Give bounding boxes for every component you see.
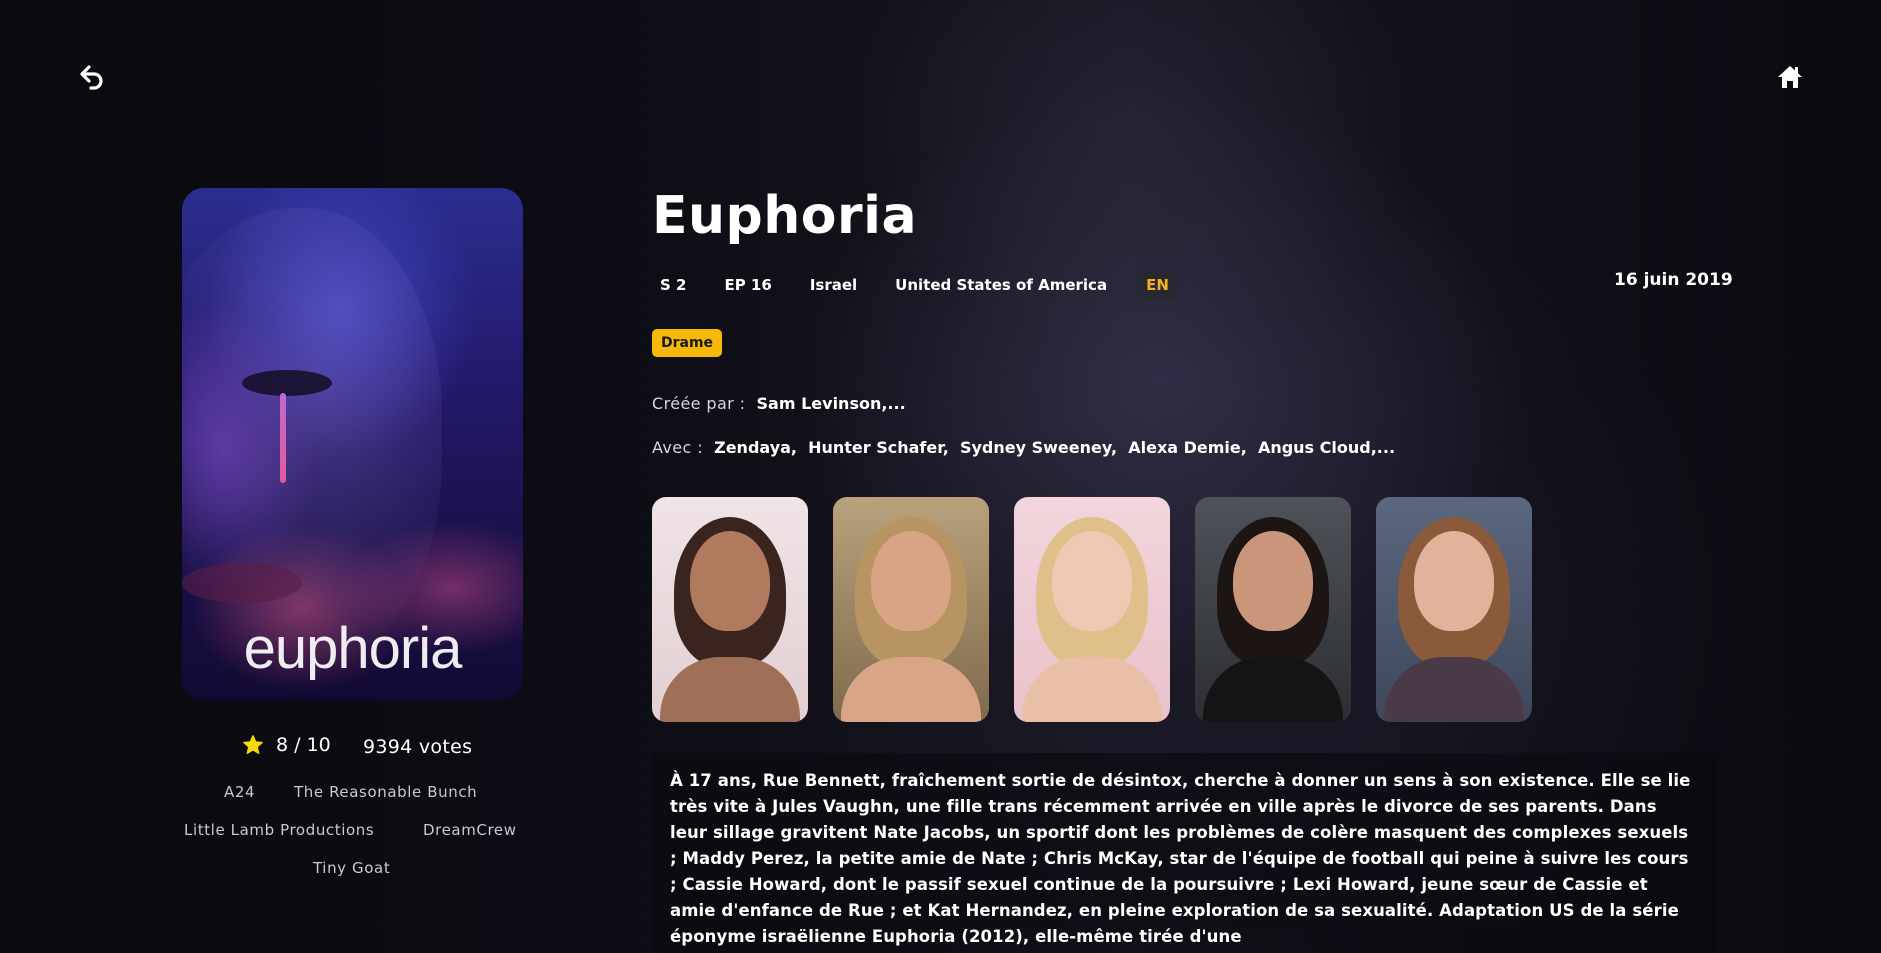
cast-photo-body <box>1384 657 1524 722</box>
cast-photo-body <box>1022 657 1162 722</box>
language-badge: EN <box>1137 270 1178 300</box>
back-button[interactable] <box>76 60 110 94</box>
cast-name[interactable]: Angus Cloud,... <box>1258 438 1395 457</box>
cast-photos <box>652 497 1532 722</box>
cast-photo-face <box>871 531 951 631</box>
show-poster: euphoria <box>182 188 523 700</box>
vote-count: 9394 votes <box>363 736 473 758</box>
creator-name[interactable]: Sam Levinson,... <box>757 394 906 413</box>
cast-card-hunter-schafer[interactable] <box>833 497 989 722</box>
star-icon <box>243 735 263 754</box>
rating: 8 / 10 <box>242 734 331 756</box>
cast-card-alexa-demie[interactable] <box>1195 497 1351 722</box>
genre-tag[interactable]: Drame <box>652 329 723 357</box>
cast-photo-body <box>841 657 981 722</box>
cast-card-zendaya[interactable] <box>652 497 808 722</box>
cast-photo-face <box>690 531 770 631</box>
cast-photo-face <box>1414 531 1494 631</box>
cast-photo-face <box>1233 531 1313 631</box>
cast-photo-body <box>660 657 800 722</box>
show-title: Euphoria <box>652 186 918 246</box>
cast-card-angus-cloud[interactable] <box>1376 497 1532 722</box>
company-little-lamb: Little Lamb Productions <box>184 821 375 839</box>
creator-label: Créée par : <box>652 394 746 413</box>
cast-name[interactable]: Sydney Sweeney, <box>960 438 1117 457</box>
synopsis: À 17 ans, Rue Bennett, fraîchement sorti… <box>652 753 1717 953</box>
cast-card-sydney-sweeney[interactable] <box>1014 497 1170 722</box>
country-usa: United States of America <box>895 276 1108 294</box>
undo-arrow-icon <box>80 65 103 90</box>
episode-count: EP 16 <box>724 276 772 294</box>
home-icon <box>1778 66 1802 88</box>
cast-line: Avec : Zendaya, Hunter Schafer, Sydney S… <box>652 438 1395 457</box>
company-tiny-goat: Tiny Goat <box>313 859 391 877</box>
poster-eye-art <box>242 370 332 396</box>
cast-photo-face <box>1052 531 1132 631</box>
company-a24: A24 <box>224 783 256 801</box>
cast-name[interactable]: Zendaya, <box>714 438 797 457</box>
poster-tear-art <box>280 393 286 483</box>
cast-photo-body <box>1203 657 1343 722</box>
release-date: 16 juin 2019 <box>1614 270 1733 290</box>
country-israel: Israel <box>809 276 858 294</box>
rating-value: 8 / 10 <box>276 734 331 756</box>
company-reasonable-bunch: The Reasonable Bunch <box>294 783 478 801</box>
cast-name[interactable]: Hunter Schafer, <box>808 438 949 457</box>
show-meta: S 2 EP 16 Israel United States of Americ… <box>652 270 1178 300</box>
poster-title: euphoria <box>243 616 463 681</box>
company-dreamcrew: DreamCrew <box>423 821 517 839</box>
cast-label: Avec : <box>652 438 703 457</box>
season-count: S 2 <box>660 276 687 294</box>
poster-lips-art <box>182 563 302 603</box>
creator-line: Créée par : Sam Levinson,... <box>652 394 906 413</box>
home-button[interactable] <box>1773 60 1807 94</box>
cast-name[interactable]: Alexa Demie, <box>1128 438 1247 457</box>
